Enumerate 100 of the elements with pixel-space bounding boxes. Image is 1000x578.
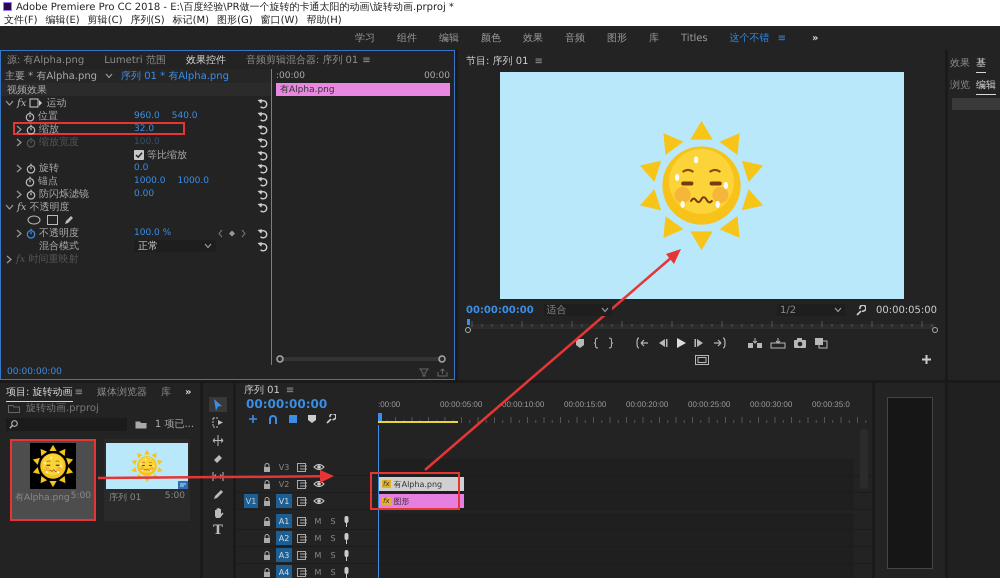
solo-toggle[interactable]: S: [328, 534, 338, 542]
sync-lock-icon[interactable]: [297, 462, 308, 472]
workspace-tab[interactable]: 组件: [397, 31, 417, 45]
panel-tab[interactable]: 编辑: [976, 76, 996, 94]
marker-icon[interactable]: [575, 338, 585, 348]
stopwatch-icon[interactable]: [26, 124, 36, 134]
solo-toggle[interactable]: S: [328, 550, 338, 560]
workspace-tab[interactable]: 这个不错: [730, 31, 770, 45]
fx-badge[interactable]: fx: [17, 98, 26, 108]
fx-badge[interactable]: fx: [17, 202, 26, 212]
expand-caret-icon[interactable]: [15, 228, 23, 238]
track-target[interactable]: A1: [276, 514, 292, 528]
workspace-tab[interactable]: 音频: [565, 31, 585, 45]
type-tool[interactable]: T: [209, 523, 227, 538]
microphone-icon[interactable]: [343, 566, 350, 578]
menu-item[interactable]: 剪辑(C): [88, 12, 122, 26]
eye-icon[interactable]: [313, 463, 325, 471]
blend-mode-dropdown[interactable]: 正常: [134, 240, 216, 252]
search-field[interactable]: [6, 418, 127, 430]
sync-lock-icon[interactable]: [297, 516, 308, 526]
track-target[interactable]: A3: [276, 548, 292, 562]
stopwatch-icon[interactable]: [26, 162, 36, 174]
lock-icon[interactable]: [263, 516, 271, 526]
workspace-tab[interactable]: 学习: [355, 31, 375, 45]
sync-lock-icon[interactable]: [297, 480, 308, 488]
ellipse-mask-icon[interactable]: [27, 214, 41, 224]
reset-icon[interactable]: [257, 98, 268, 108]
property-value[interactable]: 1000.0: [178, 176, 209, 186]
reset-icon[interactable]: [257, 176, 268, 186]
compare-icon[interactable]: [814, 337, 828, 349]
timecode[interactable]: 00:00:00:00: [7, 367, 62, 377]
timecode[interactable]: 00:00:00:00: [236, 397, 378, 411]
track-target[interactable]: V1: [276, 494, 292, 508]
workspace-menu[interactable]: ≡: [778, 32, 786, 44]
expand-caret-icon[interactable]: [15, 190, 23, 198]
resolution-dropdown[interactable]: 1/2: [776, 304, 845, 316]
menu-item[interactable]: 窗口(W): [260, 12, 298, 26]
go-to-in-icon[interactable]: [635, 337, 649, 349]
overflow-button[interactable]: »: [184, 386, 192, 398]
overwrite-icon[interactable]: [770, 337, 786, 349]
menu-item[interactable]: 帮助(H): [306, 12, 342, 26]
reset-icon[interactable]: [257, 110, 268, 122]
reset-icon[interactable]: [257, 202, 268, 212]
lock-icon[interactable]: [263, 568, 271, 576]
add-icon[interactable]: [922, 355, 931, 364]
new-bin-icon[interactable]: [134, 420, 147, 428]
source-patch[interactable]: V1: [244, 494, 258, 508]
transform-icon[interactable]: [29, 98, 44, 108]
checkbox[interactable]: [134, 150, 144, 160]
marker-icon[interactable]: [308, 414, 316, 424]
linked-selection-icon[interactable]: [288, 414, 298, 424]
safe-margins-icon[interactable]: [694, 355, 708, 365]
panel-tab[interactable]: Lumetri 范围: [104, 51, 166, 70]
panel-menu[interactable]: ≡: [534, 56, 543, 66]
eye-icon[interactable]: [313, 480, 325, 488]
nest-icon[interactable]: [248, 414, 258, 424]
sequence-clip[interactable]: 序列 01 * 有Alpha.png: [121, 69, 229, 83]
track-target[interactable]: V2: [276, 477, 292, 491]
export-icon[interactable]: [437, 368, 448, 376]
reset-icon[interactable]: [257, 162, 268, 174]
stopwatch-icon[interactable]: [25, 176, 35, 186]
mark-out-icon[interactable]: [607, 337, 615, 349]
menu-item[interactable]: 序列(S): [130, 12, 165, 26]
track-target[interactable]: A2: [276, 531, 292, 545]
reset-icon[interactable]: [257, 240, 268, 252]
panel-tab[interactable]: 音频剪辑混合器: 序列 01: [246, 51, 358, 70]
mute-toggle[interactable]: M: [313, 534, 323, 542]
property-value[interactable]: 100.0 %: [134, 228, 172, 238]
property-value[interactable]: 0.00: [134, 189, 154, 199]
sync-lock-icon[interactable]: [297, 550, 308, 560]
solo-toggle[interactable]: S: [328, 568, 338, 576]
reset-icon[interactable]: [257, 228, 268, 238]
reset-icon[interactable]: [257, 150, 268, 160]
panel-tab[interactable]: 项目: 旋转动画: [6, 383, 73, 402]
lock-icon[interactable]: [263, 480, 271, 488]
go-to-out-icon[interactable]: [713, 337, 727, 349]
snap-icon[interactable]: [268, 414, 278, 424]
wrench-icon[interactable]: [326, 414, 336, 424]
mute-toggle[interactable]: M: [313, 550, 323, 560]
mute-toggle[interactable]: M: [313, 568, 323, 576]
workspace-tab[interactable]: 库: [649, 31, 659, 45]
stopwatch-icon[interactable]: [26, 228, 36, 238]
sync-lock-icon[interactable]: [297, 568, 308, 576]
clip-bar[interactable]: 有Alpha.png: [276, 83, 450, 96]
timecode[interactable]: 00:00:00:00: [466, 304, 534, 316]
reset-icon[interactable]: [257, 124, 268, 134]
rectangle-mask-icon[interactable]: [47, 214, 58, 224]
pen-icon[interactable]: [64, 214, 74, 224]
panel-tab[interactable]: 基: [976, 54, 986, 72]
panel-tab[interactable]: 浏览: [950, 76, 970, 94]
panel-menu[interactable]: ≡: [286, 384, 294, 396]
property-value[interactable]: 540.0: [172, 111, 198, 121]
master-clip[interactable]: 主要 * 有Alpha.png: [5, 69, 98, 83]
microphone-icon[interactable]: [343, 550, 350, 560]
panel-menu[interactable]: ≡: [362, 54, 371, 66]
lock-icon[interactable]: [263, 496, 271, 506]
scrollbar[interactable]: [276, 355, 446, 363]
panel-tab[interactable]: 库: [160, 383, 171, 402]
collapse-caret-icon[interactable]: [5, 99, 14, 107]
menu-item[interactable]: 标记(M): [172, 12, 210, 26]
